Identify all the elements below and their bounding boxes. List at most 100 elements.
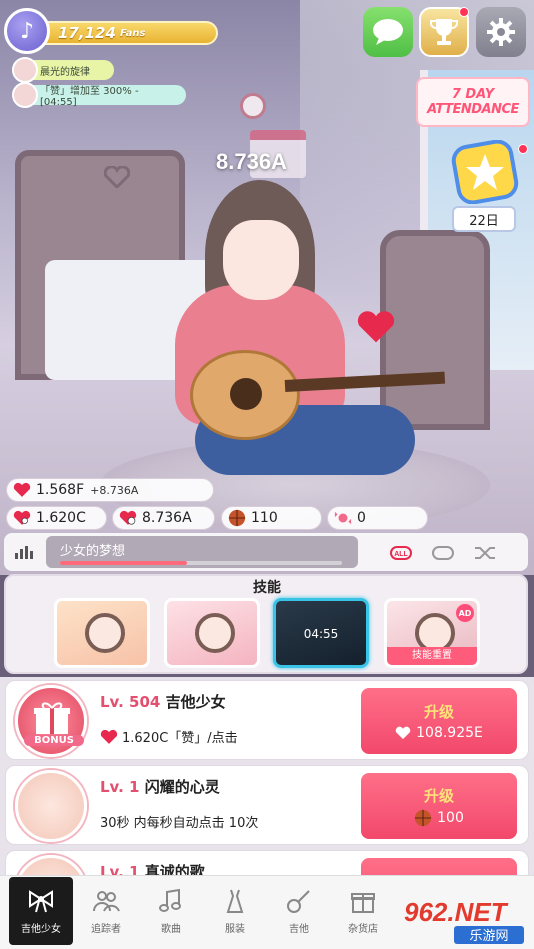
music-note-icon <box>159 888 181 912</box>
upgrade-desc-text: 1.620C「赞」/点击 <box>122 731 238 746</box>
shuffle-button[interactable] <box>470 541 500 565</box>
daily-reward-button[interactable]: 22日 <box>448 140 528 236</box>
upgrade-cost: 108.925E <box>395 725 483 741</box>
chat-button[interactable] <box>363 7 413 57</box>
level-number: Lv. 1 <box>100 778 140 796</box>
upgrade-button-label: 升级 <box>423 703 454 721</box>
basketball-icon <box>415 809 432 827</box>
auto-value-text: 8.736A <box>142 510 192 526</box>
upgrade-button[interactable]: 升级 100 <box>361 773 517 839</box>
heart-icon <box>13 482 31 497</box>
candy-count: 0 <box>327 506 428 530</box>
basketball-value: 110 <box>251 510 278 526</box>
headboard-heart-icon <box>104 166 130 188</box>
skill-slot-2[interactable] <box>164 598 260 668</box>
skill-reset-label: 技能重置 <box>387 647 477 665</box>
wall-clock <box>240 93 266 119</box>
notice-text: 晨光的旋律 <box>40 66 90 78</box>
nav-tab-guitars[interactable]: 吉他 <box>267 877 331 945</box>
fans-counter: 17,124 Fans <box>30 21 218 45</box>
trophy-icon <box>430 19 458 45</box>
upgrade-cost: 100 <box>414 809 464 827</box>
upgrade-desc: 1.620C「赞」/点击 <box>100 727 238 746</box>
settings-button[interactable] <box>476 7 526 57</box>
song-title: 少女的梦想 <box>60 544 126 559</box>
bow-icon <box>29 890 53 913</box>
candy-value: 0 <box>357 510 366 526</box>
notice-boost: 「赞」增加至 300% - [04:55] <box>12 82 186 108</box>
nav-label: 吉他 <box>289 924 309 935</box>
hearts-rate: +8.736A <box>90 483 139 497</box>
attendance-button[interactable]: 7 DAY ATTENDANCE <box>416 77 530 127</box>
candy-icon <box>334 511 352 525</box>
upgrade-title: Lv. 504 吉他少女 <box>100 691 226 712</box>
floating-heart-icon <box>357 311 395 343</box>
basketball-icon <box>228 509 246 527</box>
tap-value-text: 1.620C <box>36 510 86 526</box>
skill-reset-slot[interactable]: AD 技能重置 <box>384 598 480 668</box>
music-note-icon[interactable]: ♪ <box>4 8 50 54</box>
notice-song: 晨光的旋律 <box>12 57 114 83</box>
guitar-icon <box>287 890 310 913</box>
dress-icon <box>226 889 244 913</box>
song-progress-bar <box>60 561 342 565</box>
nav-label: 追踪者 <box>91 924 121 935</box>
heart-icon <box>395 726 411 740</box>
upgrade-name: 闪耀的心灵 <box>144 778 220 796</box>
tap-value: 1.620C <box>6 506 107 530</box>
trophy-button[interactable] <box>419 7 469 57</box>
hearts-total: 1.568F +8.736A <box>6 478 214 502</box>
avatar <box>12 57 38 83</box>
upgrade-desc-text: 30秒 内每秒自动点击 10次 <box>100 816 259 831</box>
upgrade-desc: 30秒 内每秒自动点击 10次 <box>100 812 258 831</box>
chat-bubble-icon <box>373 19 403 45</box>
nav-tab-guitar-girl[interactable]: 吉他少女 <box>9 877 73 945</box>
equalizer-icon <box>15 546 33 559</box>
upgrade-cost-value: 108.925E <box>416 725 483 741</box>
skill-slot-1[interactable] <box>54 598 150 668</box>
watermark-brand: 962.NET <box>404 897 509 927</box>
repeat-one-button[interactable] <box>428 541 458 565</box>
tap-rate-popup: 8.736A <box>216 149 287 174</box>
skill-slot-3-active[interactable]: 04:55 <box>273 598 369 668</box>
gift-avatar[interactable]: BONUS <box>15 685 87 757</box>
nav-label: 歌曲 <box>161 924 181 935</box>
gift-icon <box>34 702 70 734</box>
gift-icon <box>351 893 375 913</box>
tap-heart-icon <box>13 510 31 525</box>
upgrade-button-label: 升级 <box>423 787 454 805</box>
nav-label: 杂货店 <box>348 924 378 935</box>
bonus-label: BONUS <box>24 735 84 746</box>
repeat-all-button[interactable]: ALL <box>386 541 416 565</box>
shining-heart-avatar[interactable] <box>15 770 87 842</box>
star-icon <box>451 140 519 204</box>
upgrade-button[interactable]: 升级 108.925E <box>361 688 517 754</box>
skill-timer: 04:55 <box>303 627 339 641</box>
upgrade-card: BONUS Lv. 504 吉他少女 1.620C「赞」/点击 升级 108.9… <box>5 680 529 760</box>
gear-icon <box>487 18 515 46</box>
repeat-all-icon: ALL <box>390 546 412 560</box>
nav-tab-followers[interactable]: 追踪者 <box>74 877 138 945</box>
tap-heart-icon <box>100 729 118 744</box>
upgrade-card: Lv. 1 闪耀的心灵 30秒 内每秒自动点击 10次 升级 100 <box>5 765 529 845</box>
nav-tab-store[interactable]: 杂货店 <box>331 877 395 945</box>
upgrade-title: Lv. 1 闪耀的心灵 <box>100 776 220 797</box>
skills-title: 技能 <box>253 580 281 596</box>
nav-tab-songs[interactable]: 歌曲 <box>139 877 203 945</box>
nav-label: 服装 <box>225 924 245 935</box>
fans-label: Fans <box>120 28 146 39</box>
nav-tab-outfits[interactable]: 服装 <box>203 877 267 945</box>
nav-label: 吉他少女 <box>21 924 61 935</box>
ad-badge: AD <box>456 604 474 622</box>
attendance-line1: 7 DAY <box>451 86 495 102</box>
shuffle-icon <box>475 547 495 559</box>
site-watermark-logo: 962.NET 乐游网 <box>404 897 524 944</box>
auto-value: 8.736A <box>112 506 215 530</box>
fans-value: 17,124 <box>58 24 116 42</box>
watermark-sub: 乐游网 <box>469 929 508 944</box>
users-icon <box>93 891 120 912</box>
day-counter: 22日 <box>452 206 516 232</box>
notice-text: 「赞」增加至 300% - [04:55] <box>40 86 139 108</box>
upgrade-name: 吉他少女 <box>165 693 226 711</box>
notification-dot <box>459 7 469 17</box>
